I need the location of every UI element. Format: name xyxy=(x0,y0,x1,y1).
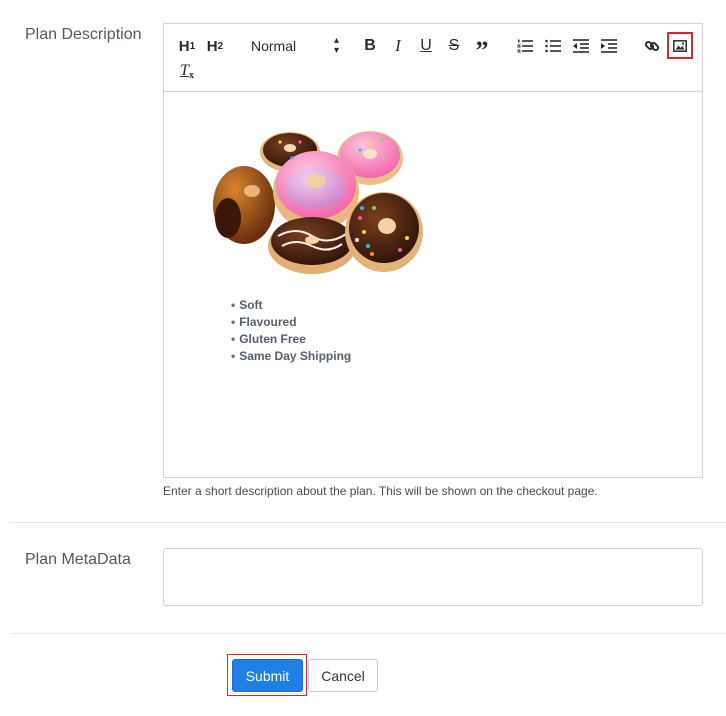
divider xyxy=(10,522,726,523)
heading-2-sub: 2 xyxy=(217,40,224,52)
rich-text-editor[interactable]: H1 H2 Normal ▴ ▾ B I U S ” Tx • Soft • F… xyxy=(163,23,703,478)
bold-icon[interactable]: B xyxy=(359,34,381,58)
list-item: Same Day Shipping xyxy=(231,348,351,365)
ordered-list-icon[interactable] xyxy=(514,34,536,58)
underline-icon[interactable]: U xyxy=(415,34,437,58)
editor-content[interactable]: Soft Flavoured Gluten Free Same Day Ship… xyxy=(164,92,702,477)
bullet-list-icon[interactable] xyxy=(542,34,564,58)
divider xyxy=(10,633,726,634)
plan-description-label: Plan Description xyxy=(25,26,142,43)
italic-icon[interactable]: I xyxy=(387,34,409,58)
plan-metadata-input[interactable] xyxy=(163,548,703,606)
cancel-button[interactable]: Cancel xyxy=(308,659,378,692)
indent-icon[interactable] xyxy=(598,34,620,58)
heading-1-letter: H xyxy=(178,37,190,55)
strikethrough-icon[interactable]: S xyxy=(443,34,465,58)
heading-1-button[interactable]: H1 xyxy=(176,34,198,58)
heading-2-letter: H xyxy=(206,37,218,55)
clear-format-icon[interactable]: Tx xyxy=(176,59,198,83)
select-caret-icon: ▴ ▾ xyxy=(333,35,339,56)
heading-2-button[interactable]: H2 xyxy=(204,34,226,58)
outdent-icon[interactable] xyxy=(570,34,592,58)
heading-1-sub: 1 xyxy=(189,40,196,52)
plan-description-help-text: Enter a short description about the plan… xyxy=(163,484,598,498)
format-select-value: Normal xyxy=(251,38,297,54)
list-item: Soft xyxy=(231,297,351,314)
list-item: Gluten Free xyxy=(231,331,351,348)
list-item: Flavoured xyxy=(231,314,351,331)
image-icon[interactable] xyxy=(667,32,693,59)
feature-list: Soft Flavoured Gluten Free Same Day Ship… xyxy=(231,297,351,365)
submit-button[interactable]: Submit xyxy=(232,659,303,692)
format-select[interactable]: Normal ▴ ▾ xyxy=(251,34,339,58)
link-icon[interactable] xyxy=(641,34,663,58)
blockquote-icon[interactable]: ” xyxy=(471,34,493,65)
donuts-image xyxy=(213,131,423,274)
editor-toolbar: H1 H2 Normal ▴ ▾ B I U S ” Tx xyxy=(164,24,702,92)
plan-metadata-label: Plan MetaData xyxy=(25,551,131,568)
